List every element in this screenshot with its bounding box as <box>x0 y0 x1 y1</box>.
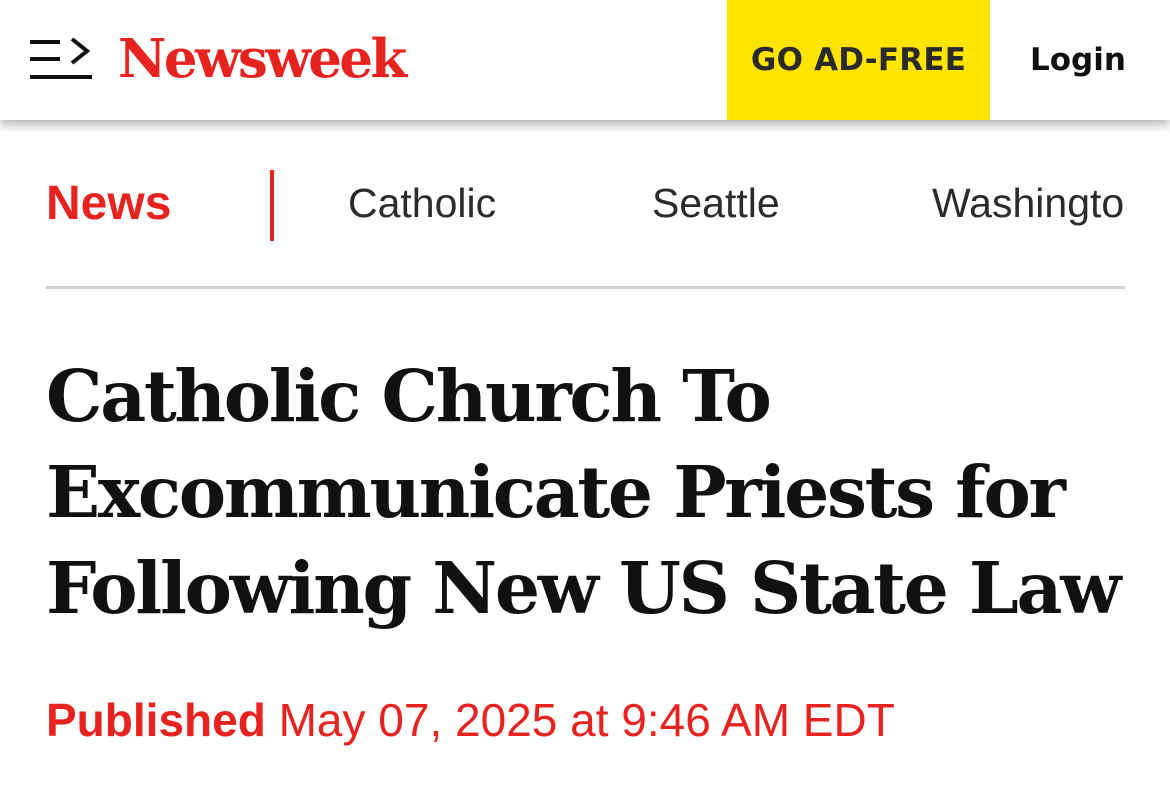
published-label: Published <box>46 694 266 746</box>
topic-link-catholic[interactable]: Catholic <box>348 176 496 230</box>
topic-nav: News Catholic Seattle Washington <box>46 120 1125 290</box>
menu-expand-icon <box>30 37 92 79</box>
newsweek-logo[interactable]: Newsweek <box>118 24 407 94</box>
go-ad-free-button[interactable]: GO AD-FREE <box>727 0 990 120</box>
article-dateline: Published May 07, 2025 at 9:46 AM EDT <box>46 692 895 748</box>
login-link[interactable]: Login <box>1030 0 1126 120</box>
section-divider <box>270 170 274 241</box>
topic-link-seattle[interactable]: Seattle <box>652 176 780 230</box>
topic-link-washington[interactable]: Washington <box>932 176 1125 230</box>
section-label-news[interactable]: News <box>46 174 171 234</box>
article-headline: Catholic Church To Excommunicate Priests… <box>46 354 1121 630</box>
published-date: May 07, 2025 at 9:46 AM EDT <box>278 694 895 746</box>
nav-divider-rule <box>46 286 1125 289</box>
menu-button[interactable] <box>28 36 94 82</box>
site-header: Newsweek GO AD-FREE Login <box>0 0 1170 120</box>
